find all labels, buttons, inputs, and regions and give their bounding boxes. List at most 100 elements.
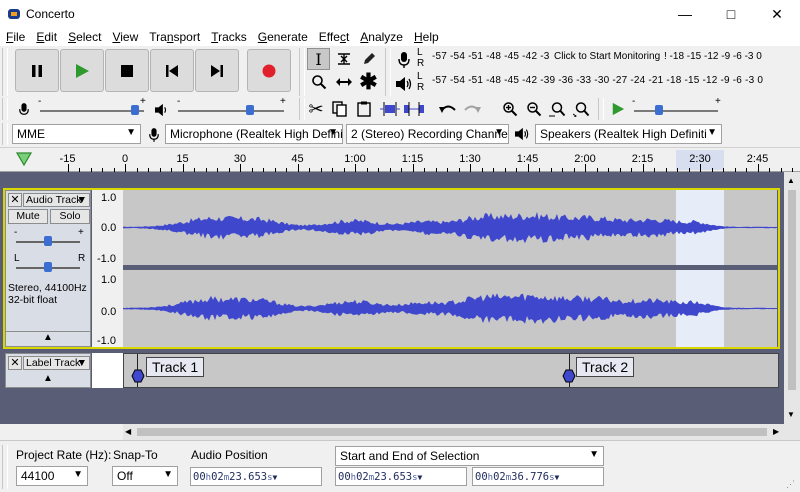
cut-button[interactable]: ✂: [304, 97, 328, 121]
toolbar-grip[interactable]: [598, 98, 604, 120]
scale-label: -1.0: [97, 253, 116, 265]
label-track-2[interactable]: Track 2: [576, 357, 635, 377]
scroll-down-icon[interactable]: ▼: [787, 410, 795, 419]
skip-to-end-button[interactable]: [195, 49, 239, 92]
audio-position-field[interactable]: 00h02m23.653s▼: [190, 467, 322, 486]
record-volume-thumb[interactable]: [131, 105, 139, 115]
toolbar-grip[interactable]: [2, 123, 8, 145]
menu-view[interactable]: View: [106, 28, 143, 46]
record-button[interactable]: [247, 49, 291, 92]
audio-host-select[interactable]: MME ▼: [12, 124, 141, 144]
solo-button[interactable]: Solo: [50, 209, 90, 224]
close-button[interactable]: ✕: [754, 0, 800, 28]
multi-tool[interactable]: ✱: [357, 69, 380, 94]
play-head-icon[interactable]: [16, 152, 32, 166]
gain-slider-thumb[interactable]: [44, 236, 52, 246]
stop-button[interactable]: [105, 49, 149, 92]
record-meter-button[interactable]: [392, 48, 416, 72]
recording-device-select[interactable]: Microphone (Realtek High Defini ▼: [165, 124, 343, 144]
playback-device-select[interactable]: Speakers (Realtek High Definiti ▼: [535, 124, 722, 144]
copy-button[interactable]: [328, 97, 352, 121]
menu-edit[interactable]: Edit: [30, 28, 62, 46]
speaker-icon: [396, 77, 412, 91]
waveform-left-channel[interactable]: [123, 190, 777, 265]
menu-select[interactable]: Select: [62, 28, 106, 46]
label-track-area[interactable]: Track 1 Track 2: [123, 353, 779, 388]
recording-channels-select[interactable]: 2 (Stereo) Recording Channels ▼: [346, 124, 509, 144]
envelope-tool[interactable]: [332, 48, 355, 70]
snap-to-select[interactable]: Off ▼: [112, 466, 178, 486]
toolbar-grip[interactable]: [2, 98, 8, 120]
menu-effect[interactable]: Effect: [313, 28, 354, 46]
title-bar: Concerto — □ ✕: [0, 0, 800, 28]
zoom-out-button[interactable]: [522, 97, 546, 121]
track-name-menu[interactable]: Audio Track ▼: [23, 193, 90, 207]
project-rate-select[interactable]: 44100 ▼: [16, 466, 88, 486]
resize-grip-icon[interactable]: ⋰: [786, 479, 795, 490]
toolbar-grip[interactable]: [2, 445, 8, 489]
pan-slider-thumb[interactable]: [44, 262, 52, 272]
horizontal-scroll-thumb[interactable]: [137, 428, 767, 436]
menu-analyze[interactable]: Analyze: [354, 28, 408, 46]
playback-volume-slider[interactable]: [178, 110, 284, 112]
maximize-button[interactable]: □: [708, 0, 754, 28]
scroll-left-icon[interactable]: ◀: [125, 427, 131, 436]
minimize-button[interactable]: —: [662, 0, 708, 28]
label-track-name-menu[interactable]: Label Track ▼: [23, 356, 90, 370]
toolbar-grip[interactable]: [299, 48, 305, 96]
toolbar-grip[interactable]: [2, 48, 8, 96]
zoom-in-button[interactable]: [498, 97, 522, 121]
record-meter[interactable]: -57 -54 -51 -48 -45 -42 -3 Click to Star…: [428, 47, 800, 69]
pause-button[interactable]: [15, 49, 59, 92]
menu-file[interactable]: File: [0, 28, 30, 46]
selection-tool[interactable]: I: [307, 48, 330, 70]
menu-tracks[interactable]: Tracks: [205, 28, 252, 46]
waveform-right: [123, 293, 777, 324]
selection-end-field[interactable]: 00h02m36.776s▼: [472, 467, 604, 486]
timeline-ruler[interactable]: -15 0 15 30 45 1:00 1:15 1:30 1:45 2:00 2:15 2:30 2:…: [0, 148, 800, 172]
scroll-right-icon[interactable]: ▶: [773, 427, 779, 436]
collapse-track-button[interactable]: ▲: [6, 373, 90, 387]
label-handle-icon[interactable]: [131, 368, 145, 384]
selection-start-field[interactable]: 00h02m23.653s▼: [335, 467, 467, 486]
ruler-tick: [297, 164, 299, 172]
menu-help[interactable]: Help: [408, 28, 444, 46]
track-format-depth: 32-bit float: [8, 294, 58, 306]
draw-tool[interactable]: [357, 48, 380, 70]
vertical-ruler[interactable]: 1.0 0.0 -1.0 1.0 0.0 -1.0: [92, 190, 123, 347]
play-at-speed-button[interactable]: [606, 97, 630, 121]
track-close-button[interactable]: ✕: [8, 356, 22, 370]
scroll-up-icon[interactable]: ▲: [787, 176, 795, 185]
waveform-right-channel[interactable]: [123, 270, 777, 347]
silence-audio-button[interactable]: [402, 97, 426, 121]
fit-project-button[interactable]: [570, 97, 594, 121]
playback-meter-button[interactable]: [392, 72, 416, 96]
trim-audio-button[interactable]: [378, 97, 402, 121]
play-speed-thumb[interactable]: [655, 105, 663, 115]
paste-button[interactable]: [352, 97, 376, 121]
collapse-track-button[interactable]: ▲: [6, 331, 90, 346]
redo-button[interactable]: [460, 97, 484, 121]
playback-volume-thumb[interactable]: [246, 105, 254, 115]
horizontal-scrollbar[interactable]: ◀ ▶: [123, 424, 800, 440]
vertical-scrollbar[interactable]: ▲ ▼: [784, 172, 800, 424]
play-speed-slider[interactable]: [634, 110, 718, 112]
toolbar-grip[interactable]: [385, 48, 391, 96]
track-close-button[interactable]: ✕: [8, 193, 22, 207]
zoom-tool[interactable]: [307, 71, 330, 93]
mute-button[interactable]: Mute: [8, 209, 48, 224]
label-track-1[interactable]: Track 1: [146, 357, 205, 377]
fit-selection-button[interactable]: [546, 97, 570, 121]
play-button[interactable]: [60, 49, 104, 92]
vertical-scroll-thumb[interactable]: [788, 190, 796, 390]
selection-mode-select[interactable]: Start and End of Selection ▼: [335, 446, 604, 466]
time-shift-tool[interactable]: [332, 71, 355, 93]
record-volume-slider[interactable]: [40, 110, 144, 112]
menu-generate[interactable]: Generate: [252, 28, 313, 46]
playback-meter[interactable]: -57 -54 -51 -48 -45 -42 -39 -36 -33 -30 …: [428, 71, 800, 93]
start-monitoring-hint[interactable]: Click to Start Monitoring: [554, 51, 660, 62]
label-handle-icon[interactable]: [562, 368, 576, 384]
undo-button[interactable]: [436, 97, 460, 121]
skip-to-start-button[interactable]: [150, 49, 194, 92]
menu-transport[interactable]: Transport: [143, 28, 205, 46]
